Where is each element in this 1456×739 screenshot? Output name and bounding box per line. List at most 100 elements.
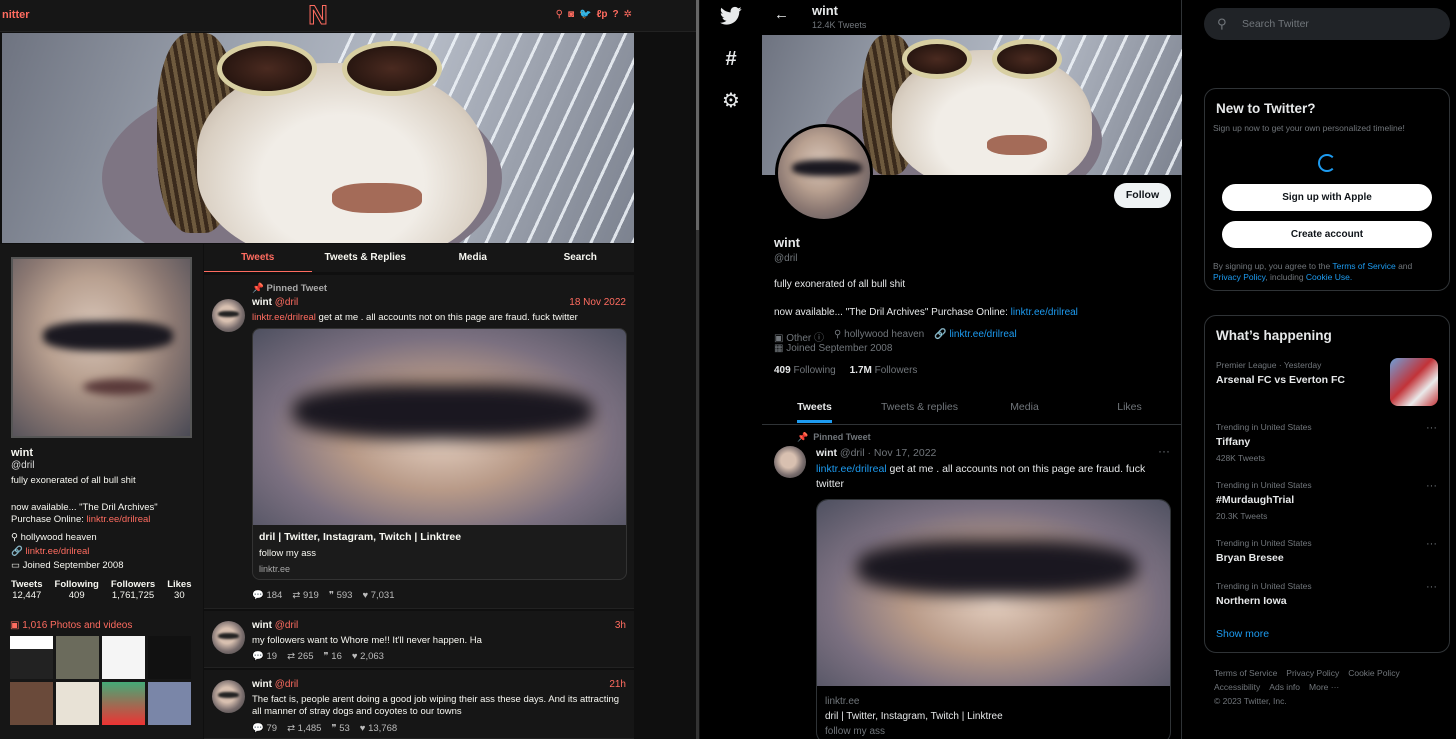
tweet[interactable]: wint @dril 21h The fact is, people arent…	[204, 670, 634, 739]
sign-up-apple-button[interactable]: Sign up with Apple	[1222, 184, 1432, 211]
footer-link[interactable]: More ···	[1309, 682, 1339, 692]
footer-link[interactable]: Accessibility	[1214, 682, 1260, 692]
more-options-icon[interactable]: ···	[1426, 581, 1437, 593]
follow-button[interactable]: Follow	[1114, 183, 1171, 208]
trend-item[interactable]: Trending in United States Northern Iowa	[1216, 581, 1312, 607]
card-description: follow my ass	[825, 726, 886, 737]
tab-search[interactable]: Search	[527, 244, 635, 272]
profile-location: ⚲ hollywood heaven	[11, 532, 97, 543]
show-more-link[interactable]: Show more	[1216, 628, 1269, 640]
media-thumb[interactable]	[10, 682, 53, 725]
link-card[interactable]: linktr.ee dril | Twitter, Instagram, Twi…	[816, 499, 1171, 739]
tweet-author[interactable]: wint @dril	[252, 620, 298, 631]
header-tweet-count: 12.4K Tweets	[812, 20, 867, 30]
profile-meta: ▣ Other ⓘ ⚲ hollywood heaven 🔗 linktr.ee…	[774, 329, 1017, 344]
nitter-brand-link[interactable]: nitter	[2, 9, 30, 21]
scrollbar-thumb[interactable]	[696, 0, 699, 230]
photos-link[interactable]: ▣ 1,016 Photos and videos	[10, 620, 132, 631]
heart-icon: ♥	[359, 723, 366, 734]
more-options-icon[interactable]: ···	[1426, 422, 1437, 434]
following-link[interactable]: 409 Following	[774, 365, 836, 376]
profile-stats: 409 Following 1.7M Followers	[774, 365, 917, 376]
scrollbar[interactable]	[696, 0, 699, 739]
settings-icon[interactable]: ✲	[624, 9, 632, 20]
avatar[interactable]	[212, 680, 245, 713]
avatar[interactable]	[774, 446, 806, 478]
bio-link[interactable]: linktr.ee/drilreal	[87, 514, 151, 525]
trend-item[interactable]: Trending in United States Bryan Bresee	[1216, 538, 1312, 564]
footer-link[interactable]: Ads info	[1269, 682, 1300, 692]
tweet-date[interactable]: 18 Nov 2022	[569, 297, 626, 308]
profile-card: wint @dril fully exonerated of all bull …	[0, 244, 203, 739]
tab-media[interactable]: Media	[972, 392, 1077, 424]
tab-tweets-replies[interactable]: Tweets & replies	[867, 392, 972, 424]
more-options-icon[interactable]: ···	[1426, 538, 1437, 550]
more-options-icon[interactable]: ···	[1426, 480, 1437, 492]
media-thumb[interactable]	[102, 682, 145, 725]
twitter-logo-icon[interactable]	[719, 6, 742, 32]
profile-banner[interactable]	[2, 33, 634, 243]
reply-icon: 💬	[252, 723, 264, 734]
loading-spinner-icon	[1318, 154, 1336, 172]
more-options-icon[interactable]: ···	[1158, 444, 1170, 458]
panel-title: What’s happening	[1216, 328, 1332, 343]
media-thumb[interactable]	[148, 682, 191, 725]
liberapay-icon[interactable]: ℓp	[597, 9, 608, 20]
tweet-date[interactable]: 21h	[609, 679, 626, 690]
heart-icon: ♥	[362, 590, 369, 601]
rss-icon[interactable]: ◙	[568, 9, 574, 20]
search-icon[interactable]: ⚲	[556, 9, 563, 20]
card-title: dril | Twitter, Instagram, Twitch | Link…	[259, 531, 462, 543]
footer-link[interactable]: Terms of Service	[1214, 668, 1277, 678]
tweet-pinned[interactable]: 📌 Pinned Tweet wint @dril 18 Nov 2022 li…	[204, 275, 634, 609]
tweet[interactable]: wint @dril 3h my followers want to Whore…	[204, 611, 634, 668]
trend-item[interactable]: Trending in United States Tiffany 428K Twe…	[1216, 422, 1312, 463]
card-image	[253, 329, 626, 525]
profile-handle: @dril	[11, 460, 35, 471]
explore-hashtag-icon[interactable]: #	[720, 48, 742, 71]
tab-media[interactable]: Media	[419, 244, 527, 272]
tab-tweets-replies[interactable]: Tweets & Replies	[312, 244, 420, 272]
avatar[interactable]	[11, 257, 192, 438]
footer-link[interactable]: Privacy Policy	[1286, 668, 1339, 678]
tweet-date[interactable]: 3h	[615, 620, 626, 631]
avatar[interactable]	[775, 124, 873, 222]
avatar[interactable]	[212, 621, 245, 654]
quote-count: ❞ 593	[328, 590, 353, 601]
reply-icon: 💬	[252, 651, 264, 662]
retweet-icon: ⇄	[292, 590, 301, 601]
tab-tweets[interactable]: Tweets	[204, 244, 312, 272]
tweet-author[interactable]: wint @dril	[252, 679, 298, 690]
search-input[interactable]: ⚲ Search Twitter	[1204, 8, 1450, 40]
trend-item[interactable]: Trending in United States #MurdaughTrial 2…	[1216, 480, 1312, 521]
avatar[interactable]	[212, 299, 245, 332]
trend-thumbnail[interactable]	[1390, 358, 1438, 406]
profile-website[interactable]: 🔗 linktr.ee/drilreal	[934, 329, 1017, 344]
create-account-button[interactable]: Create account	[1222, 221, 1432, 248]
nitter-logo-icon[interactable]: N	[308, 1, 329, 29]
followers-link[interactable]: 1.7M Followers	[850, 365, 918, 376]
link-icon: 🔗	[934, 329, 947, 340]
retweet-count: ⇄ 919	[292, 590, 319, 601]
like-count: ♥ 7,031	[362, 590, 395, 601]
footer-link[interactable]: Cookie Policy	[1348, 668, 1400, 678]
tweet-stats: 💬 184 ⇄ 919 ❞ 593 ♥ 7,031	[252, 590, 395, 601]
media-thumb[interactable]	[10, 636, 53, 679]
tab-tweets[interactable]: Tweets	[762, 392, 867, 424]
quote-icon: ❞	[331, 723, 337, 734]
twitter-icon[interactable]: 🐦	[579, 9, 591, 20]
help-icon[interactable]: ?	[613, 9, 619, 20]
trend-item[interactable]: Premier League · Yesterday Arsenal FC vs …	[1216, 360, 1345, 386]
tab-likes[interactable]: Likes	[1077, 392, 1182, 424]
media-thumb[interactable]	[148, 636, 191, 679]
tweet-author[interactable]: wint @dril	[252, 297, 298, 308]
settings-gear-icon[interactable]: ⚙	[720, 88, 742, 113]
media-thumb[interactable]	[56, 682, 99, 725]
profile-name: wint	[11, 447, 33, 459]
bio-link[interactable]: linktr.ee/drilreal	[1011, 307, 1078, 318]
tweet-author[interactable]: wint @dril · Nov 17, 2022	[816, 447, 936, 459]
back-arrow-icon[interactable]: ←	[774, 6, 789, 23]
media-thumb[interactable]	[56, 636, 99, 679]
link-card[interactable]: dril | Twitter, Instagram, Twitch | Link…	[252, 328, 627, 580]
media-thumb[interactable]	[102, 636, 145, 679]
